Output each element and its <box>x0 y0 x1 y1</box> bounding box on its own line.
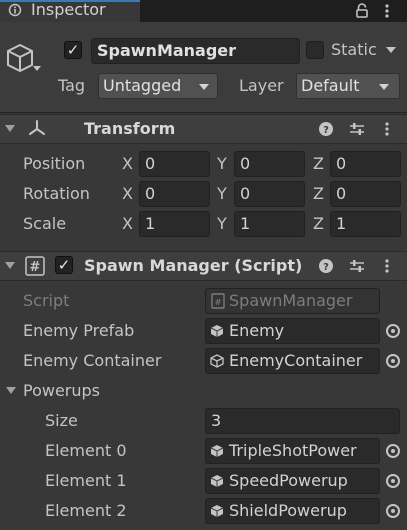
layer-label: Layer <box>239 76 284 95</box>
layer-value: Default <box>301 76 360 95</box>
static-dropdown-caret[interactable] <box>386 47 396 53</box>
enemy-prefab-label: Enemy Prefab <box>23 321 135 340</box>
svg-text:#: # <box>214 298 222 308</box>
object-picker-icon[interactable] <box>386 474 400 488</box>
scale-y-field[interactable]: 1 <box>234 211 305 237</box>
chevron-down-icon <box>379 84 389 90</box>
presets-sliders-icon[interactable] <box>349 121 365 137</box>
layer-dropdown[interactable]: Default <box>296 73 400 99</box>
tag-dropdown[interactable]: Untagged <box>98 73 218 99</box>
tag-value: Untagged <box>103 76 182 95</box>
inspector-tab-label: Inspector <box>31 0 106 19</box>
script-component-title: Spawn Manager (Script) <box>84 256 303 275</box>
position-label: Position <box>23 154 86 173</box>
element-1-value: SpeedPowerup <box>229 471 348 490</box>
rotation-z-axis-label: Z <box>313 184 324 203</box>
component-menu-icon[interactable] <box>384 121 390 137</box>
scale-z-field[interactable]: 1 <box>330 211 401 237</box>
help-icon[interactable]: ? <box>318 121 334 137</box>
scale-y-axis-label: Y <box>217 214 227 233</box>
element-1-field[interactable]: SpeedPowerup <box>205 468 380 494</box>
element-1-label: Element 1 <box>45 471 127 490</box>
object-picker-icon[interactable] <box>386 324 400 338</box>
cube-icon <box>7 44 33 72</box>
size-label: Size <box>45 411 78 430</box>
inspector-icon <box>8 3 22 17</box>
script-hash-icon: # <box>25 256 45 276</box>
position-z-axis-label: Z <box>313 154 324 173</box>
presets-sliders-icon[interactable] <box>349 258 365 274</box>
prefab-cube-icon <box>210 475 224 487</box>
enemy-prefab-field[interactable]: Enemy <box>205 318 380 344</box>
script-label: Script <box>23 291 70 310</box>
position-x-field[interactable]: 0 <box>139 151 210 177</box>
position-y-axis-label: Y <box>217 154 227 173</box>
prefab-cube-icon <box>210 505 224 517</box>
element-0-value: TripleShotPower <box>229 441 357 460</box>
object-picker-icon[interactable] <box>386 354 400 368</box>
static-checkbox[interactable] <box>306 41 324 59</box>
scale-x-field[interactable]: 1 <box>139 211 210 237</box>
icon-selector-caret[interactable] <box>33 66 41 71</box>
transform-header[interactable] <box>0 114 407 144</box>
powerups-label[interactable]: Powerups <box>23 378 100 404</box>
script-foldout-icon[interactable] <box>5 262 15 269</box>
object-picker-icon[interactable] <box>386 504 400 518</box>
tag-label: Tag <box>58 76 86 95</box>
element-0-label: Element 0 <box>45 441 127 460</box>
element-2-value: ShieldPowerup <box>229 501 347 520</box>
svg-text:?: ? <box>323 125 329 136</box>
transform-title: Transform <box>84 119 176 138</box>
script-enabled-checkbox[interactable]: ✓ <box>55 256 73 274</box>
prefab-cube-icon <box>210 325 224 337</box>
position-x-axis-label: X <box>122 154 133 173</box>
component-menu-icon[interactable] <box>384 258 390 274</box>
position-z-field[interactable]: 0 <box>330 151 401 177</box>
enemy-container-value: EnemyContainer <box>229 351 363 370</box>
gameobject-header <box>0 22 407 113</box>
rotation-z-field[interactable]: 0 <box>330 181 401 207</box>
rotation-x-axis-label: X <box>122 184 133 203</box>
kebab-menu-icon[interactable] <box>384 3 390 19</box>
chevron-down-icon <box>199 84 209 90</box>
object-name-field[interactable]: SpawnManager <box>91 38 300 64</box>
size-field[interactable]: 3 <box>205 408 400 434</box>
element-2-field[interactable]: ShieldPowerup <box>205 498 380 524</box>
static-label: Static <box>331 40 377 59</box>
script-value: SpawnManager <box>229 291 353 310</box>
position-y-field[interactable]: 0 <box>234 151 305 177</box>
transform-axes-icon <box>29 120 45 135</box>
help-icon[interactable]: ? <box>318 258 334 274</box>
scale-z-axis-label: Z <box>313 214 324 233</box>
script-file-icon: # <box>211 293 225 309</box>
svg-text:?: ? <box>323 262 329 273</box>
gameobject-cube-icon <box>210 354 224 368</box>
rotation-label: Rotation <box>23 184 90 203</box>
scale-x-axis-label: X <box>122 214 133 233</box>
object-picker-icon[interactable] <box>386 444 400 458</box>
lock-icon[interactable] <box>355 3 369 18</box>
transform-foldout-icon[interactable] <box>5 125 15 132</box>
scale-label: Scale <box>23 214 67 233</box>
rotation-y-field[interactable]: 0 <box>234 181 305 207</box>
powerups-foldout-icon[interactable] <box>6 387 16 394</box>
script-field: SpawnManager <box>205 288 380 314</box>
svg-text:#: # <box>30 260 41 275</box>
enemy-container-field[interactable]: EnemyContainer <box>205 348 380 374</box>
element-0-field[interactable]: TripleShotPower <box>205 438 380 464</box>
rotation-y-axis-label: Y <box>217 184 227 203</box>
enemy-container-label: Enemy Container <box>23 351 162 370</box>
rotation-x-field[interactable]: 0 <box>139 181 210 207</box>
element-2-label: Element 2 <box>45 501 127 520</box>
active-checkbox[interactable]: ✓ <box>64 41 82 59</box>
prefab-cube-icon <box>210 445 224 457</box>
